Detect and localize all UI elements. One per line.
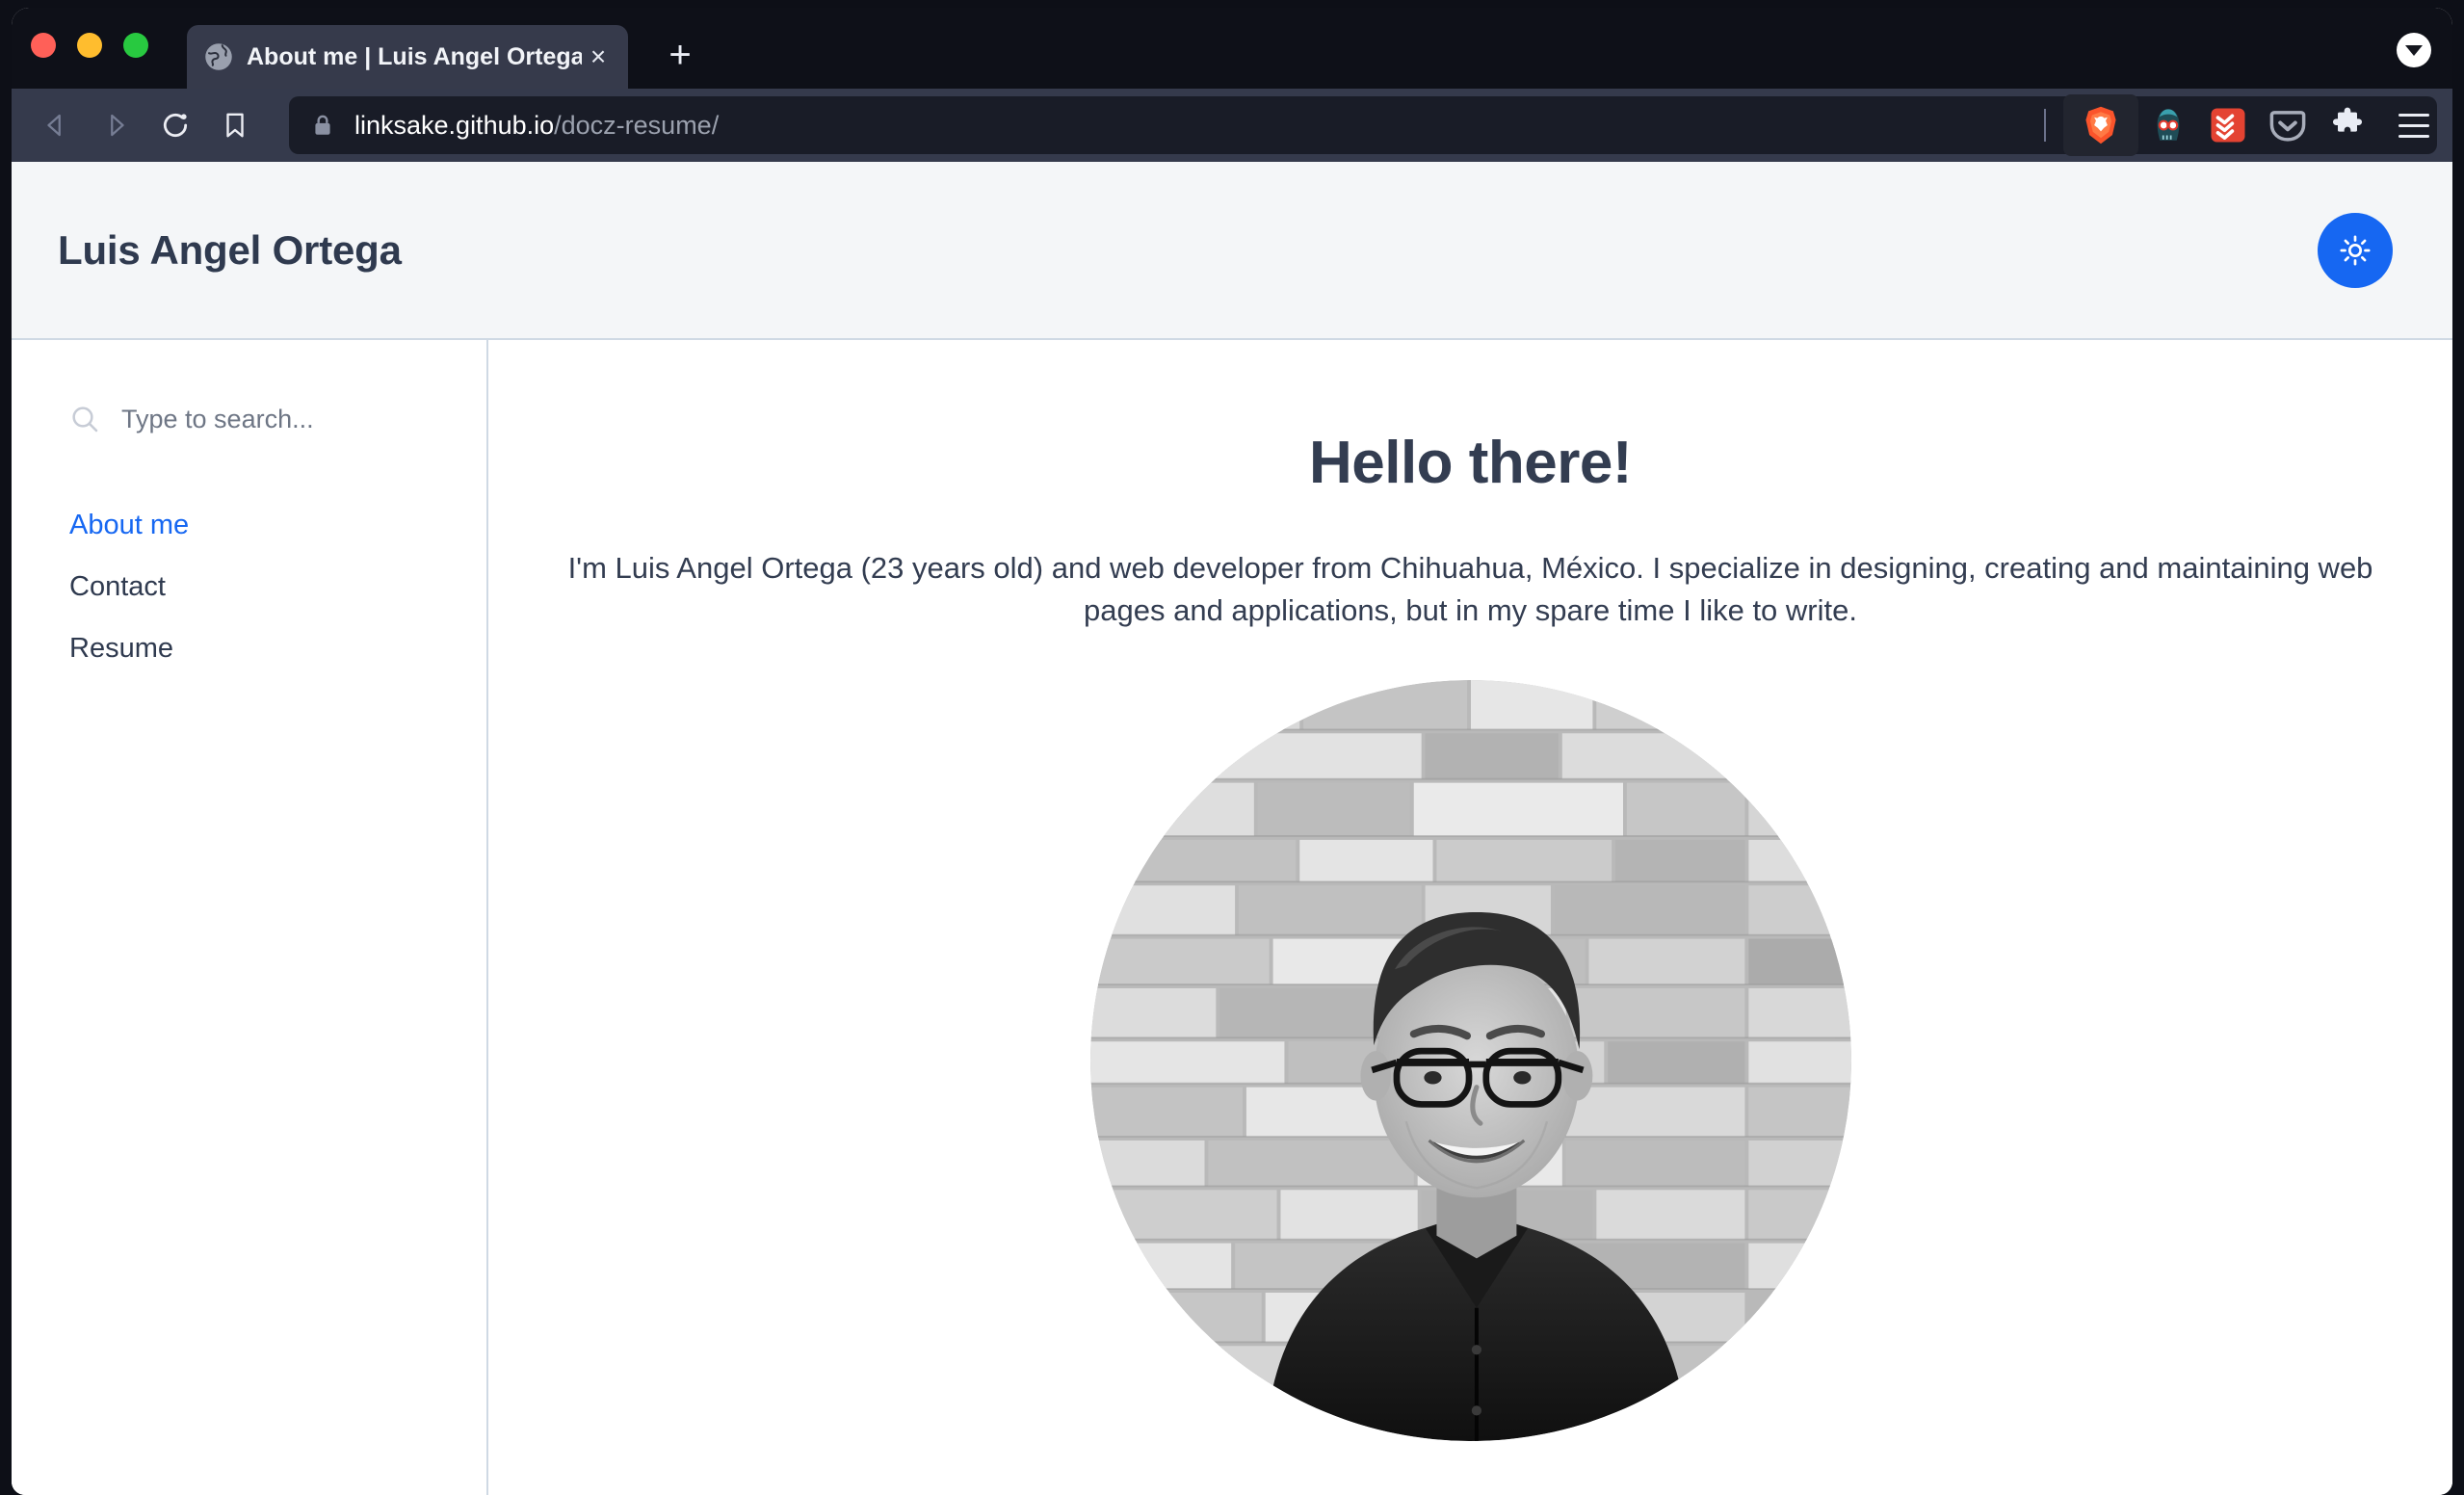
avatar — [1089, 680, 1851, 1442]
sun-icon — [2340, 234, 2371, 266]
browser-tab-active[interactable]: About me | Luis Angel Ortega × — [187, 25, 628, 89]
close-icon[interactable]: × — [582, 40, 615, 73]
hamburger-menu-icon[interactable] — [2387, 98, 2441, 152]
url-path: /docz-resume/ — [554, 110, 720, 140]
main-heading: Hello there! — [1308, 430, 1633, 496]
brave-shields-button[interactable] — [2063, 94, 2138, 156]
pocket-icon[interactable] — [2258, 95, 2318, 155]
todoist-icon[interactable] — [2198, 95, 2258, 155]
search-icon — [69, 404, 100, 434]
toolbar-extensions — [2038, 94, 2441, 156]
lock-icon — [310, 113, 335, 138]
window-close-button[interactable] — [31, 33, 56, 58]
new-tab-button[interactable]: + — [659, 35, 701, 77]
intro-paragraph: I'm Luis Angel Ortega (23 years old) and… — [567, 551, 2373, 628]
window-controls — [31, 33, 148, 58]
globe-icon — [204, 42, 233, 71]
sidebar-item-about-me[interactable]: About me — [12, 494, 486, 556]
sidebar-item-contact[interactable]: Contact — [12, 556, 486, 617]
window-minimize-button[interactable] — [77, 33, 102, 58]
hamburger-line — [2398, 134, 2429, 138]
browser-window: About me | Luis Angel Ortega × + linksak… — [12, 8, 2452, 1495]
search-input[interactable] — [121, 404, 462, 434]
sidebar: About me Contact Resume — [12, 340, 488, 1495]
avatar-wrap — [556, 680, 2385, 1442]
dark-reader-icon[interactable] — [2138, 95, 2198, 155]
main-content: Hello there! I'm Luis Angel Ortega (23 y… — [488, 340, 2452, 1495]
sidebar-nav: About me Contact Resume — [12, 494, 486, 679]
hamburger-line — [2398, 123, 2429, 127]
back-button[interactable] — [33, 102, 79, 148]
bookmark-button[interactable] — [212, 102, 258, 148]
reload-button[interactable] — [152, 102, 198, 148]
tab-list-dropdown-button[interactable] — [2397, 33, 2431, 67]
sidebar-item-resume[interactable]: Resume — [12, 617, 486, 679]
page-viewport: Luis Angel Ortega Type to search... Abou… — [12, 162, 2452, 1495]
site-header: Luis Angel Ortega — [12, 162, 2452, 340]
brave-shield-icon — [2071, 95, 2131, 155]
toolbar-separator — [2044, 109, 2046, 142]
chevron-down-icon — [2405, 44, 2423, 56]
theme-toggle-button[interactable] — [2318, 212, 2393, 288]
bookmark-icon — [226, 113, 244, 138]
page-body: About me Contact Resume Hello there! I'm… — [12, 340, 2452, 1495]
browser-tab-strip: About me | Luis Angel Ortega × + — [12, 8, 2452, 89]
browser-nav-toolbar: linksake.github.io/docz-resume/ — [12, 89, 2452, 162]
browser-tab-title: About me | Luis Angel Ortega — [247, 42, 582, 70]
hamburger-line — [2398, 113, 2429, 117]
search-row — [12, 390, 486, 448]
url-domain: linksake.github.io — [354, 110, 555, 140]
window-maximize-button[interactable] — [123, 33, 148, 58]
forward-button[interactable] — [92, 102, 139, 148]
page-title: Luis Angel Ortega — [58, 226, 402, 273]
extensions-puzzle-icon[interactable] — [2318, 95, 2377, 155]
back-arrow-icon — [47, 114, 61, 137]
forward-arrow-icon — [111, 114, 124, 137]
reload-icon — [163, 113, 188, 138]
